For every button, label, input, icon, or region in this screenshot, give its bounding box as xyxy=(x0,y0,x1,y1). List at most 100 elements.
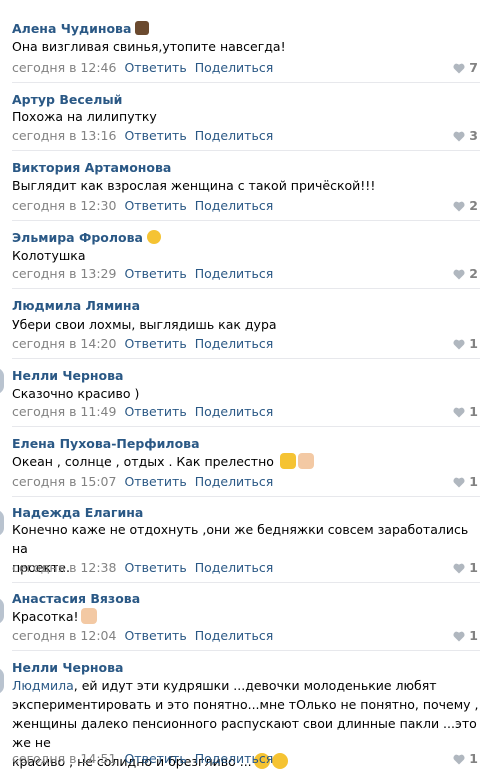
like-count: 1 xyxy=(469,404,478,419)
share-link[interactable]: Поделиться xyxy=(195,560,274,575)
comment-time[interactable]: сегодня в 14:51 xyxy=(12,751,116,766)
reply-link[interactable]: Ответить xyxy=(124,404,186,419)
reply-link[interactable]: Ответить xyxy=(124,60,186,75)
avatar[interactable] xyxy=(0,598,4,624)
like-count: 1 xyxy=(469,628,478,643)
comment-author[interactable]: Эльмира Фролова xyxy=(12,230,161,245)
comment-time[interactable]: сегодня в 12:30 xyxy=(12,198,116,213)
share-link[interactable]: Поделиться xyxy=(195,60,274,75)
like-count: 1 xyxy=(469,560,478,575)
comment-meta: сегодня в 12:46 Ответить Поделиться xyxy=(12,60,273,75)
comment-text-line: экспериментировать и это понятно...мне т… xyxy=(12,697,479,712)
avatar[interactable] xyxy=(0,668,4,694)
like-button[interactable]: 1 xyxy=(453,474,478,489)
comment-divider xyxy=(12,582,480,583)
comment-text-line: Колотушка xyxy=(12,248,86,263)
comment-time[interactable]: сегодня в 11:49 xyxy=(12,404,116,419)
comment-time[interactable]: сегодня в 12:46 xyxy=(12,60,116,75)
comment-author[interactable]: Нелли Чернова xyxy=(12,368,123,383)
reply-link[interactable]: Ответить xyxy=(124,336,186,351)
comment-meta: сегодня в 13:29 Ответить Поделиться xyxy=(12,266,273,281)
like-button[interactable]: 1 xyxy=(453,628,478,643)
heart-icon xyxy=(453,63,465,74)
comment-time[interactable]: сегодня в 12:38 xyxy=(12,560,116,575)
share-link[interactable]: Поделиться xyxy=(195,128,274,143)
comment-text: Океан , солнце , отдых . Как прелестно xyxy=(12,452,482,471)
like-count: 7 xyxy=(469,60,478,75)
author-name[interactable]: Людмила Лямина xyxy=(12,298,140,313)
like-button[interactable]: 7 xyxy=(453,60,478,75)
share-link[interactable]: Поделиться xyxy=(195,628,274,643)
comment-meta: сегодня в 14:20 Ответить Поделиться xyxy=(12,336,273,351)
like-button[interactable]: 1 xyxy=(453,560,478,575)
heart-icon xyxy=(453,131,465,142)
comment-divider xyxy=(12,496,480,497)
reply-link[interactable]: Ответить xyxy=(124,266,186,281)
comment-divider xyxy=(12,150,480,151)
author-name[interactable]: Елена Пухова-Перфилова xyxy=(12,436,200,451)
comment-time[interactable]: сегодня в 15:07 xyxy=(12,474,116,489)
comment-meta: сегодня в 15:07 Ответить Поделиться xyxy=(12,474,273,489)
comment-text-line: Похожа на лилипутку xyxy=(12,109,157,124)
comment-author[interactable]: Анастасия Вязова xyxy=(12,591,140,606)
comment-text-line: Она визгливая свинья,утопите навсегда! xyxy=(12,39,286,54)
comment-text-line: Людмила, ей идут эти кудряшки ...девочки… xyxy=(12,676,482,695)
author-name[interactable]: Надежда Елагина xyxy=(12,505,143,520)
comment-text-line: Выглядит как взрослая женщина с такой пр… xyxy=(12,178,376,193)
comment-text-line: Океан , солнце , отдых . Как прелестно xyxy=(12,454,274,469)
author-name[interactable]: Нелли Чернова xyxy=(12,368,123,383)
comment-time[interactable]: сегодня в 13:29 xyxy=(12,266,116,281)
comment-author[interactable]: Надежда Елагина xyxy=(12,505,143,520)
comment-author[interactable]: Елена Пухова-Перфилова xyxy=(12,436,200,451)
author-name[interactable]: Артур Веселый xyxy=(12,92,122,107)
avatar[interactable] xyxy=(0,510,4,536)
briefcase-icon xyxy=(135,21,150,35)
comment-text-line: Красотка! xyxy=(12,609,79,624)
comment-author[interactable]: Нелли Чернова xyxy=(12,660,123,675)
heart-icon xyxy=(453,269,465,280)
like-button[interactable]: 2 xyxy=(453,266,478,281)
share-link[interactable]: Поделиться xyxy=(195,751,274,766)
comment-divider xyxy=(12,650,480,651)
comment-author[interactable]: Артур Веселый xyxy=(12,92,122,107)
relieved-face-icon xyxy=(271,753,288,769)
comment-divider xyxy=(12,82,480,83)
author-name[interactable]: Эльмира Фролова xyxy=(12,230,143,245)
reply-link[interactable]: Ответить xyxy=(124,198,186,213)
heart-icon xyxy=(453,754,465,765)
like-button[interactable]: 1 xyxy=(453,751,478,766)
author-name[interactable]: Нелли Чернова xyxy=(12,660,123,675)
reply-link[interactable]: Ответить xyxy=(124,628,186,643)
comment-time[interactable]: сегодня в 12:04 xyxy=(12,628,116,643)
share-link[interactable]: Поделиться xyxy=(195,474,274,489)
comment-text: Она визгливая свинья,утопите навсегда! xyxy=(12,37,482,56)
comment-text: Сказочно красиво ) xyxy=(12,384,482,403)
reply-link[interactable]: Ответить xyxy=(124,751,186,766)
comment-author[interactable]: Алена Чудинова xyxy=(12,21,150,36)
mention-link[interactable]: Людмила xyxy=(12,678,74,693)
share-link[interactable]: Поделиться xyxy=(195,198,274,213)
comment-text-line: Убери свои лохмы, выглядишь как дура xyxy=(12,317,277,332)
share-link[interactable]: Поделиться xyxy=(195,266,274,281)
like-button[interactable]: 3 xyxy=(453,128,478,143)
share-link[interactable]: Поделиться xyxy=(195,336,274,351)
comment-time[interactable]: сегодня в 14:20 xyxy=(12,336,116,351)
heart-icon xyxy=(453,631,465,642)
share-link[interactable]: Поделиться xyxy=(195,404,274,419)
like-button[interactable]: 1 xyxy=(453,404,478,419)
comment-author[interactable]: Виктория Артамонова xyxy=(12,160,171,175)
comment-time[interactable]: сегодня в 13:16 xyxy=(12,128,116,143)
reply-link[interactable]: Ответить xyxy=(124,128,186,143)
reply-link[interactable]: Ответить xyxy=(124,474,186,489)
avatar[interactable] xyxy=(0,368,4,394)
heart-icon xyxy=(453,563,465,574)
author-name[interactable]: Виктория Артамонова xyxy=(12,160,171,175)
reply-link[interactable]: Ответить xyxy=(124,560,186,575)
heart-icon xyxy=(453,339,465,350)
comment-author[interactable]: Людмила Лямина xyxy=(12,298,140,313)
author-name[interactable]: Алена Чудинова xyxy=(12,21,131,36)
author-name[interactable]: Анастасия Вязова xyxy=(12,591,140,606)
like-button[interactable]: 1 xyxy=(453,336,478,351)
like-button[interactable]: 2 xyxy=(453,198,478,213)
heart-icon xyxy=(453,201,465,212)
